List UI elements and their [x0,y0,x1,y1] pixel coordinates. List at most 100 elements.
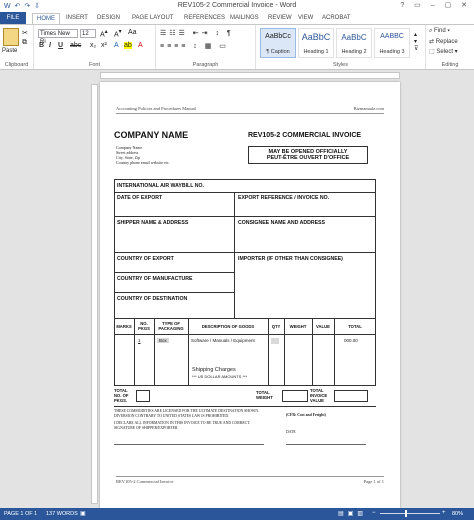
change-case-icon[interactable]: Aa [128,29,137,36]
style-heading-1[interactable]: AaBbC Heading 1 [298,28,334,58]
shipping-charges-label: Shipping Charges [192,367,236,373]
row-description[interactable]: Software / Manuals / Equipment [191,338,263,344]
zoom-level[interactable]: 80% [452,511,463,517]
style-heading-3-name: Heading 3 [379,49,405,55]
styles-label: Styles [333,62,348,68]
totals-divider [114,406,376,407]
document-page[interactable]: Accounting Policies and Procedures Manua… [100,82,400,508]
zoom-slider[interactable] [380,513,440,514]
col-packaging: TYPE OF PACKAGING [158,321,184,331]
company-address: Company Name Street address City, State,… [116,145,170,165]
signature-line[interactable] [114,444,264,445]
select-button[interactable]: ⬚ Select ▾ [429,48,458,55]
tab-mailings[interactable]: MAILINGS [230,15,259,21]
grow-font-icon[interactable]: A▴ [100,29,108,38]
header-left: Accounting Policies and Procedures Manua… [116,106,196,111]
font-group: Times New Ri 12 A▴ A▾ Aa B I U abc x₂ x²… [34,25,156,69]
window-controls[interactable]: ? ▭ – ▢ ✕ [400,1,471,9]
status-bar: PAGE 1 OF 1 137 WORDS ▣ ▤▣▥ − + 80% [0,508,474,520]
style-heading-2-sample: AaBbC [341,33,367,42]
underline-button[interactable]: U [58,42,63,49]
tab-file[interactable]: FILE [0,12,26,24]
font-color-icon[interactable]: A [138,42,143,49]
zoom-slider-handle[interactable] [405,510,407,517]
form-divider [114,292,234,293]
footer-divider [116,476,384,477]
date-line[interactable] [286,444,366,445]
footer-right: Page 1 of 1 [363,479,384,484]
style-heading-3[interactable]: AABBC Heading 3 [374,28,410,58]
superscript-icon[interactable]: x² [101,42,107,49]
style-heading-2[interactable]: AaBbC Heading 2 [336,28,372,58]
replace-button[interactable]: ⇄ Replace [429,38,458,45]
col-pkgs: NO. PKGS [138,321,150,331]
total-weight-label: TOTAL WEIGHT [256,390,273,400]
awb-label: INTERNATIONAL AIR WAYBILL NO. [117,183,204,189]
zoom-out-icon[interactable]: − [372,510,376,516]
clipboard-group: Paste ✂ ⧉ Clipboard [0,25,34,69]
row-qty[interactable] [271,338,279,344]
form-divider [114,252,376,253]
date-of-export-label: DATE OF EXPORT [117,195,163,201]
title-bar: W ↶ ↷ ⇩ REV105-2 Commercial Invoice - Wo… [0,0,474,12]
row-packaging[interactable]: Box [157,338,169,343]
page-count[interactable]: PAGE 1 OF 1 [4,511,37,517]
find-button[interactable]: ⌕ Find ▾ [429,28,450,35]
select-label: Select ▾ [436,49,458,55]
paste-icon[interactable] [3,28,19,46]
shrink-font-icon[interactable]: A▾ [114,29,122,38]
tab-references[interactable]: REFERENCES [184,15,225,21]
form-divider [114,272,234,273]
style-heading-1-name: Heading 1 [303,49,329,55]
clipboard-label: Clipboard [4,62,29,68]
paste-button[interactable]: Paste [2,48,17,54]
total-pkgs-field[interactable] [136,390,150,402]
copy-icon[interactable]: ⧉ [22,39,27,47]
highlight-icon[interactable]: ab [124,42,132,49]
consignee-label: CONSIGNEE NAME AND ADDRESS [238,220,325,226]
find-label: Find ▾ [434,28,450,34]
vertical-ruler[interactable] [91,84,98,504]
font-name-box[interactable]: Times New Ri [38,29,78,45]
total-weight-field[interactable] [282,390,308,402]
legal-text: THESE COMMODITIES ARE LICENSED FOR THE U… [114,409,294,430]
strikethrough-icon[interactable]: abc [70,42,81,49]
footer-left: REV105-2 Commercial Invoice [116,479,174,484]
font-size-box[interactable]: 12 [80,29,96,38]
tab-home[interactable]: HOME [32,13,60,24]
tab-page-layout[interactable]: PAGE LAYOUT [132,15,173,21]
row-pkgs[interactable]: 1 [138,338,141,343]
col-value: VALUE [316,324,330,329]
form-divider [234,252,235,319]
ribbon-tabs: FILE HOME INSERT DESIGN PAGE LAYOUT REFE… [0,12,474,24]
cfr-note: (CFR: Cost and Freight) [286,413,326,417]
row-total[interactable]: 000.00 [344,338,358,343]
form-divider [114,216,376,217]
tab-design[interactable]: DESIGN [97,15,120,21]
alignment-icons[interactable]: ≡≡≡≡ ↕ ▦ ▭ [160,42,229,50]
italic-button[interactable]: I [49,42,51,49]
bold-button[interactable]: B [39,42,44,49]
word-count[interactable]: 137 WORDS [46,511,78,517]
country-of-export-label: COUNTRY OF EXPORT [117,256,174,262]
text-effects-icon[interactable]: A [114,42,119,49]
style-heading-2-name: Heading 2 [341,49,367,55]
view-mode-icons[interactable]: ▤▣▥ [338,510,367,517]
subscript-icon[interactable]: x₂ [90,42,96,49]
horizontal-ruler[interactable] [100,72,400,79]
usd-note: *** US DOLLAR AMOUNTS *** [192,374,248,379]
tab-acrobat[interactable]: ACROBAT [322,15,351,21]
form-divider [114,192,376,193]
style-caption[interactable]: AaBbCc ¶ Caption [260,28,296,58]
proofing-icon[interactable]: ▣ [80,510,86,517]
cut-icon[interactable]: ✂ [22,29,28,37]
list-icons[interactable]: ☰☷☰ ⇤⇥ ↕ ¶ [160,29,234,37]
tab-view[interactable]: VIEW [298,15,313,21]
may-be-opened-box: MAY BE OPENED OFFICIALLY PEUT-ÊTRE OUVER… [248,146,368,164]
total-value-field[interactable] [334,390,368,402]
styles-scroll-icon[interactable]: ▴ ▾ ⊽ [414,31,418,52]
tab-review[interactable]: REVIEW [268,15,292,21]
tab-insert[interactable]: INSERT [66,15,88,21]
col-qty: QTY [271,324,281,329]
zoom-in-icon[interactable]: + [442,510,446,516]
